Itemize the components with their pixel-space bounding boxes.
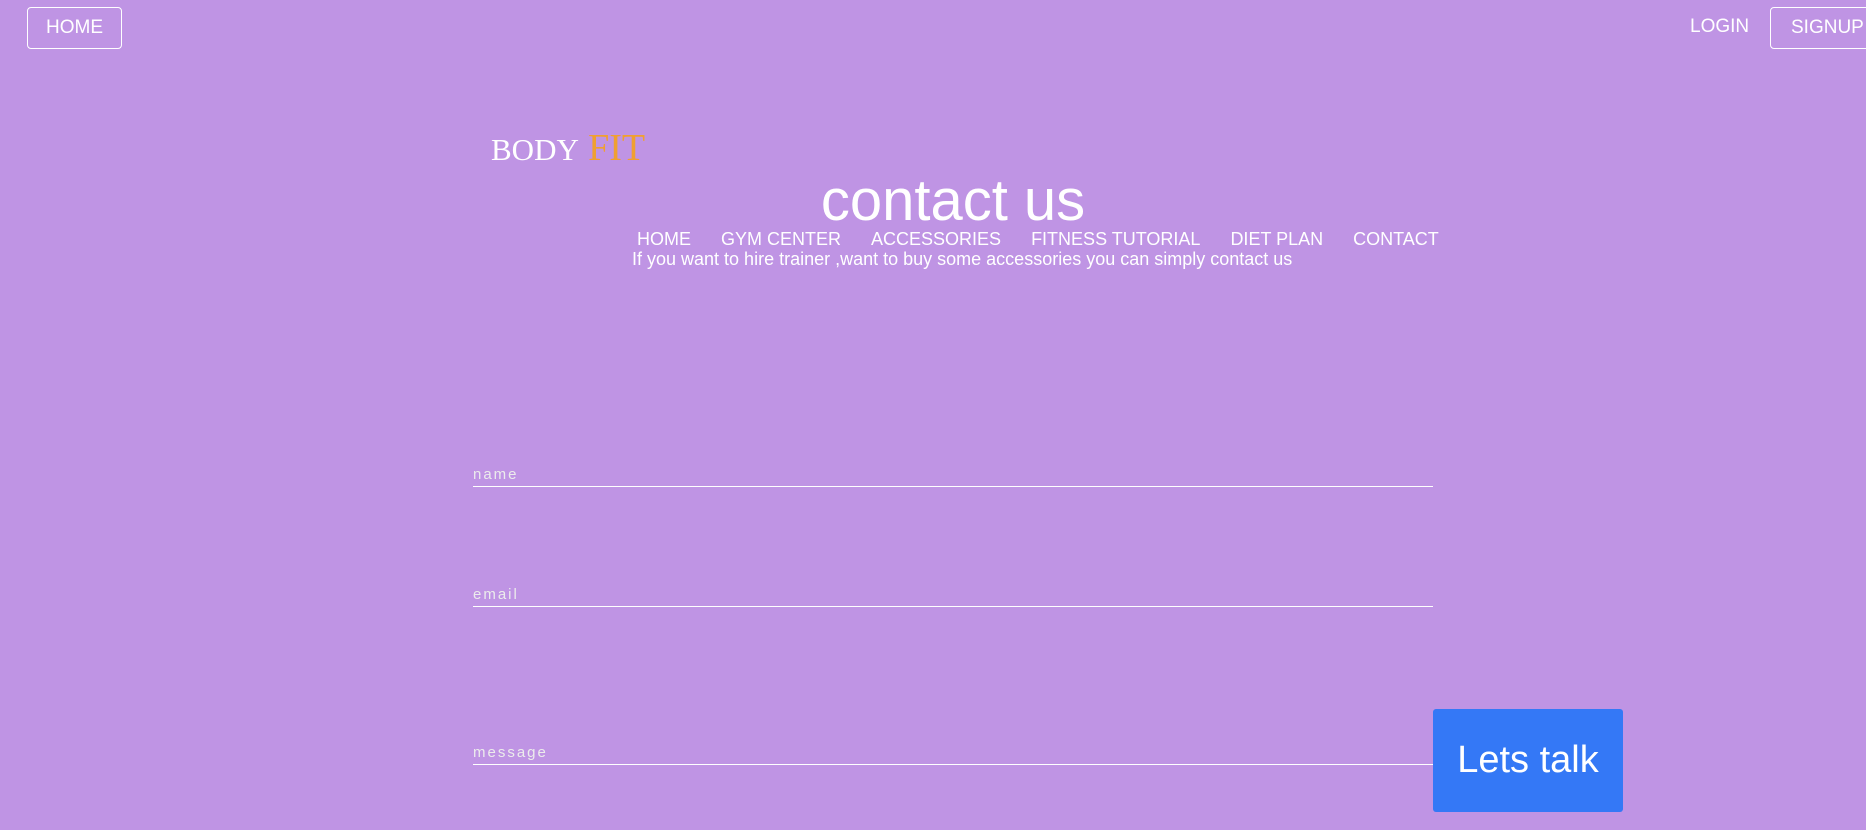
nav-item-contact[interactable]: CONTACT <box>1353 229 1439 250</box>
name-input[interactable] <box>473 463 1433 485</box>
message-input[interactable] <box>473 741 1433 763</box>
nav-item-accessories[interactable]: ACCESSORIES <box>871 229 1001 250</box>
lets-talk-button[interactable]: Lets talk <box>1433 709 1623 812</box>
message-field-wrapper <box>473 741 1433 765</box>
nav-item-diet-plan[interactable]: DIET PLAN <box>1230 229 1323 250</box>
signup-button[interactable]: SIGNUP <box>1770 7 1866 49</box>
top-home-button[interactable]: HOME <box>27 7 122 49</box>
logo-body-text: BODY <box>491 132 579 167</box>
page-subtitle: If you want to hire trainer ,want to buy… <box>632 249 1293 269</box>
email-input[interactable] <box>473 583 1433 605</box>
email-field-wrapper <box>473 583 1433 607</box>
logo[interactable]: BODY FIT <box>491 126 645 170</box>
login-link[interactable]: LOGIN <box>1690 16 1749 38</box>
main-nav: HOME GYM CENTER ACCESSORIES FITNESS TUTO… <box>637 229 1439 250</box>
nav-item-fitness-tutorial[interactable]: FITNESS TUTORIAL <box>1031 229 1200 250</box>
page-title: contact us <box>820 168 1086 233</box>
name-field-wrapper <box>473 463 1433 487</box>
nav-item-home[interactable]: HOME <box>637 229 691 250</box>
logo-fit-text: FIT <box>588 127 646 169</box>
nav-item-gym-center[interactable]: GYM CENTER <box>721 229 841 250</box>
